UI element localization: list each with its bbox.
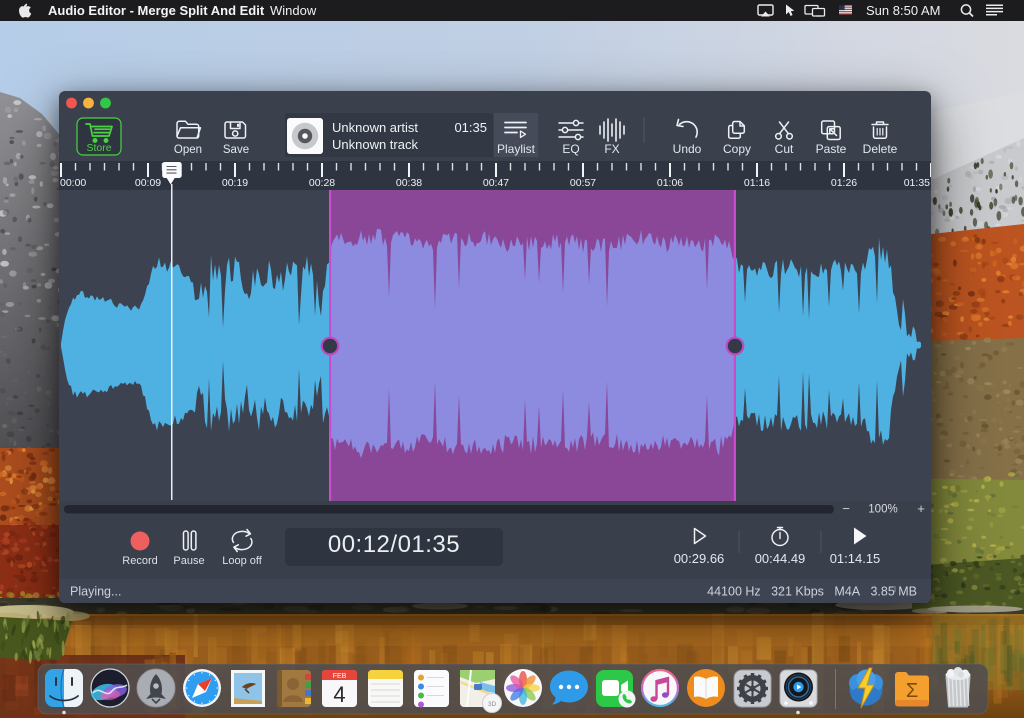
svg-text:Cut: Cut bbox=[775, 142, 794, 156]
svg-text:+: + bbox=[917, 501, 925, 516]
svg-text:FX: FX bbox=[604, 142, 619, 156]
svg-text:EQ: EQ bbox=[562, 142, 579, 156]
svg-text:−: − bbox=[842, 501, 850, 516]
svg-text:FEB: FEB bbox=[333, 673, 347, 680]
svg-text:Playing...: Playing... bbox=[70, 585, 121, 599]
svg-text:Store: Store bbox=[86, 142, 111, 154]
svg-text:00:38: 00:38 bbox=[396, 177, 422, 189]
svg-text:01:16: 01:16 bbox=[744, 177, 770, 189]
svg-text:Paste: Paste bbox=[816, 142, 847, 156]
svg-text:Unknown artist: Unknown artist bbox=[332, 120, 418, 135]
svg-text:Σ: Σ bbox=[906, 680, 918, 702]
svg-text:00:09: 00:09 bbox=[135, 177, 161, 189]
svg-text:00:12/01:35: 00:12/01:35 bbox=[328, 531, 460, 558]
svg-text:00:00: 00:00 bbox=[60, 177, 86, 189]
svg-text:Save: Save bbox=[223, 144, 249, 156]
svg-text:3D: 3D bbox=[488, 701, 497, 708]
svg-text:Playlist: Playlist bbox=[497, 142, 536, 156]
svg-text:Copy: Copy bbox=[723, 142, 751, 156]
svg-text:00:57: 00:57 bbox=[570, 177, 596, 189]
svg-text:44100 Hz 321 Kbps M4A 3.: 44100 Hz 321 Kbps M4A 3.85 MB bbox=[707, 585, 917, 599]
svg-text:01:06: 01:06 bbox=[657, 177, 683, 189]
svg-text:00:19: 00:19 bbox=[222, 177, 248, 189]
svg-text:00:44.49: 00:44.49 bbox=[755, 551, 806, 566]
svg-text:Pause: Pause bbox=[173, 555, 204, 567]
svg-text:01:35: 01:35 bbox=[904, 177, 930, 189]
svg-text:01:35: 01:35 bbox=[454, 120, 487, 135]
svg-text:4: 4 bbox=[333, 682, 345, 707]
svg-text:100%: 100% bbox=[868, 504, 897, 516]
svg-text:Open: Open bbox=[174, 144, 202, 156]
svg-text:00:47: 00:47 bbox=[483, 177, 509, 189]
svg-text:Delete: Delete bbox=[863, 142, 898, 156]
svg-text:Undo: Undo bbox=[673, 142, 702, 156]
svg-text:Loop off: Loop off bbox=[222, 555, 263, 567]
svg-text:01:14.15: 01:14.15 bbox=[830, 551, 881, 566]
svg-text:01:26: 01:26 bbox=[831, 177, 857, 189]
svg-text:Record: Record bbox=[122, 555, 157, 567]
svg-text:00:28: 00:28 bbox=[309, 177, 335, 189]
svg-text:Unknown track: Unknown track bbox=[332, 137, 418, 152]
svg-text:00:29.66: 00:29.66 bbox=[674, 551, 725, 566]
